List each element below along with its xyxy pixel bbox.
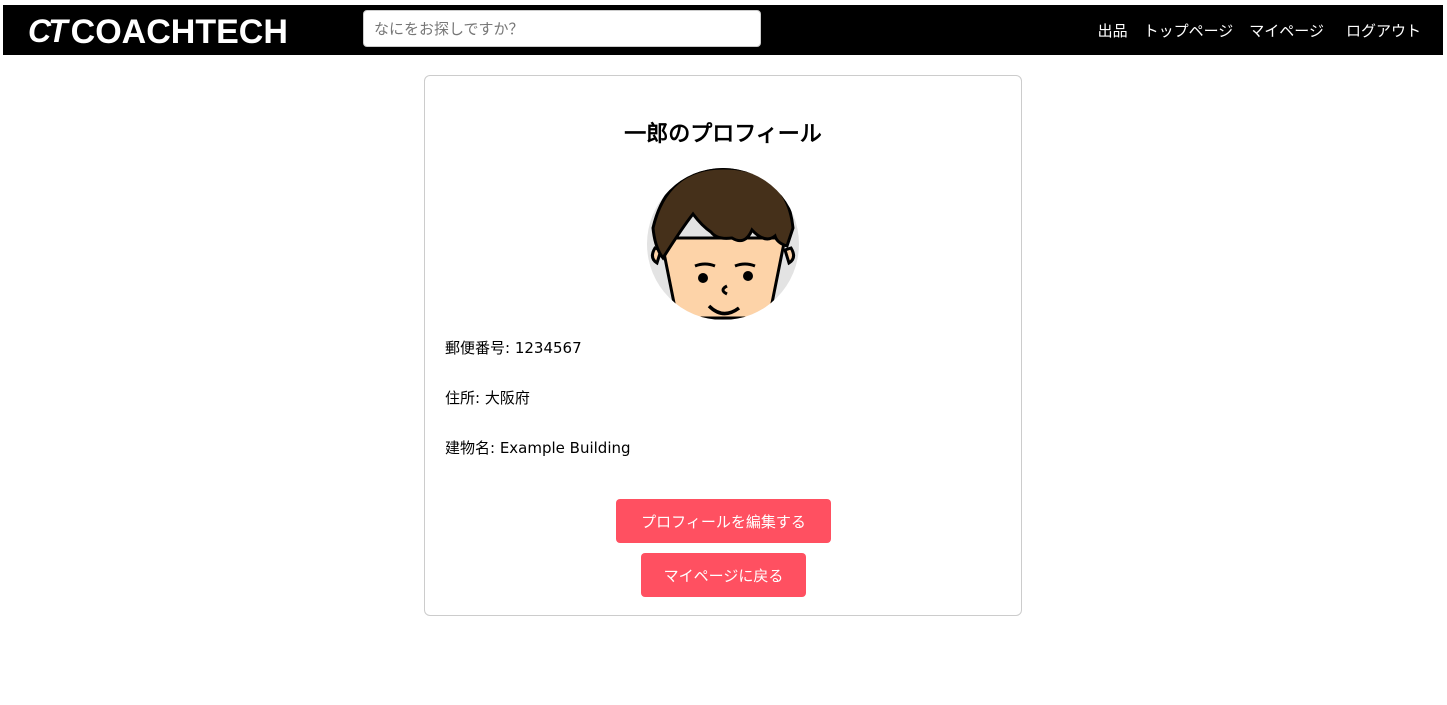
address: 住所: 大阪府 (445, 389, 530, 407)
postal-code: 郵便番号: 1234567 (445, 339, 582, 357)
header: CT COACHTECH 出品 トップページ マイページ ログアウト (3, 5, 1443, 55)
logo-mark: CT (28, 13, 68, 49)
nav: 出品 トップページ マイページ ログアウト (1098, 20, 1421, 41)
page-title: 一郎のプロフィール (624, 122, 822, 147)
avatar (647, 168, 799, 320)
logo-text: COACHTECH (70, 12, 288, 51)
nav-sell[interactable]: 出品 (1098, 20, 1128, 41)
logo[interactable]: CT COACHTECH (28, 13, 288, 50)
building-name: 建物名: Example Building (445, 439, 631, 457)
nav-logout[interactable]: ログアウト (1346, 20, 1421, 41)
search-input[interactable] (363, 10, 761, 47)
nav-my-page[interactable]: マイページ (1249, 20, 1324, 41)
nav-top-page[interactable]: トップページ (1144, 20, 1234, 41)
back-to-mypage-button[interactable]: マイページに戻る (641, 553, 806, 597)
profile-card: 一郎のプロフィール 郵便番号: 1234567 住所: 大阪府 建物名: Exa… (424, 75, 1022, 616)
edit-profile-button[interactable]: プロフィールを編集する (616, 499, 831, 543)
